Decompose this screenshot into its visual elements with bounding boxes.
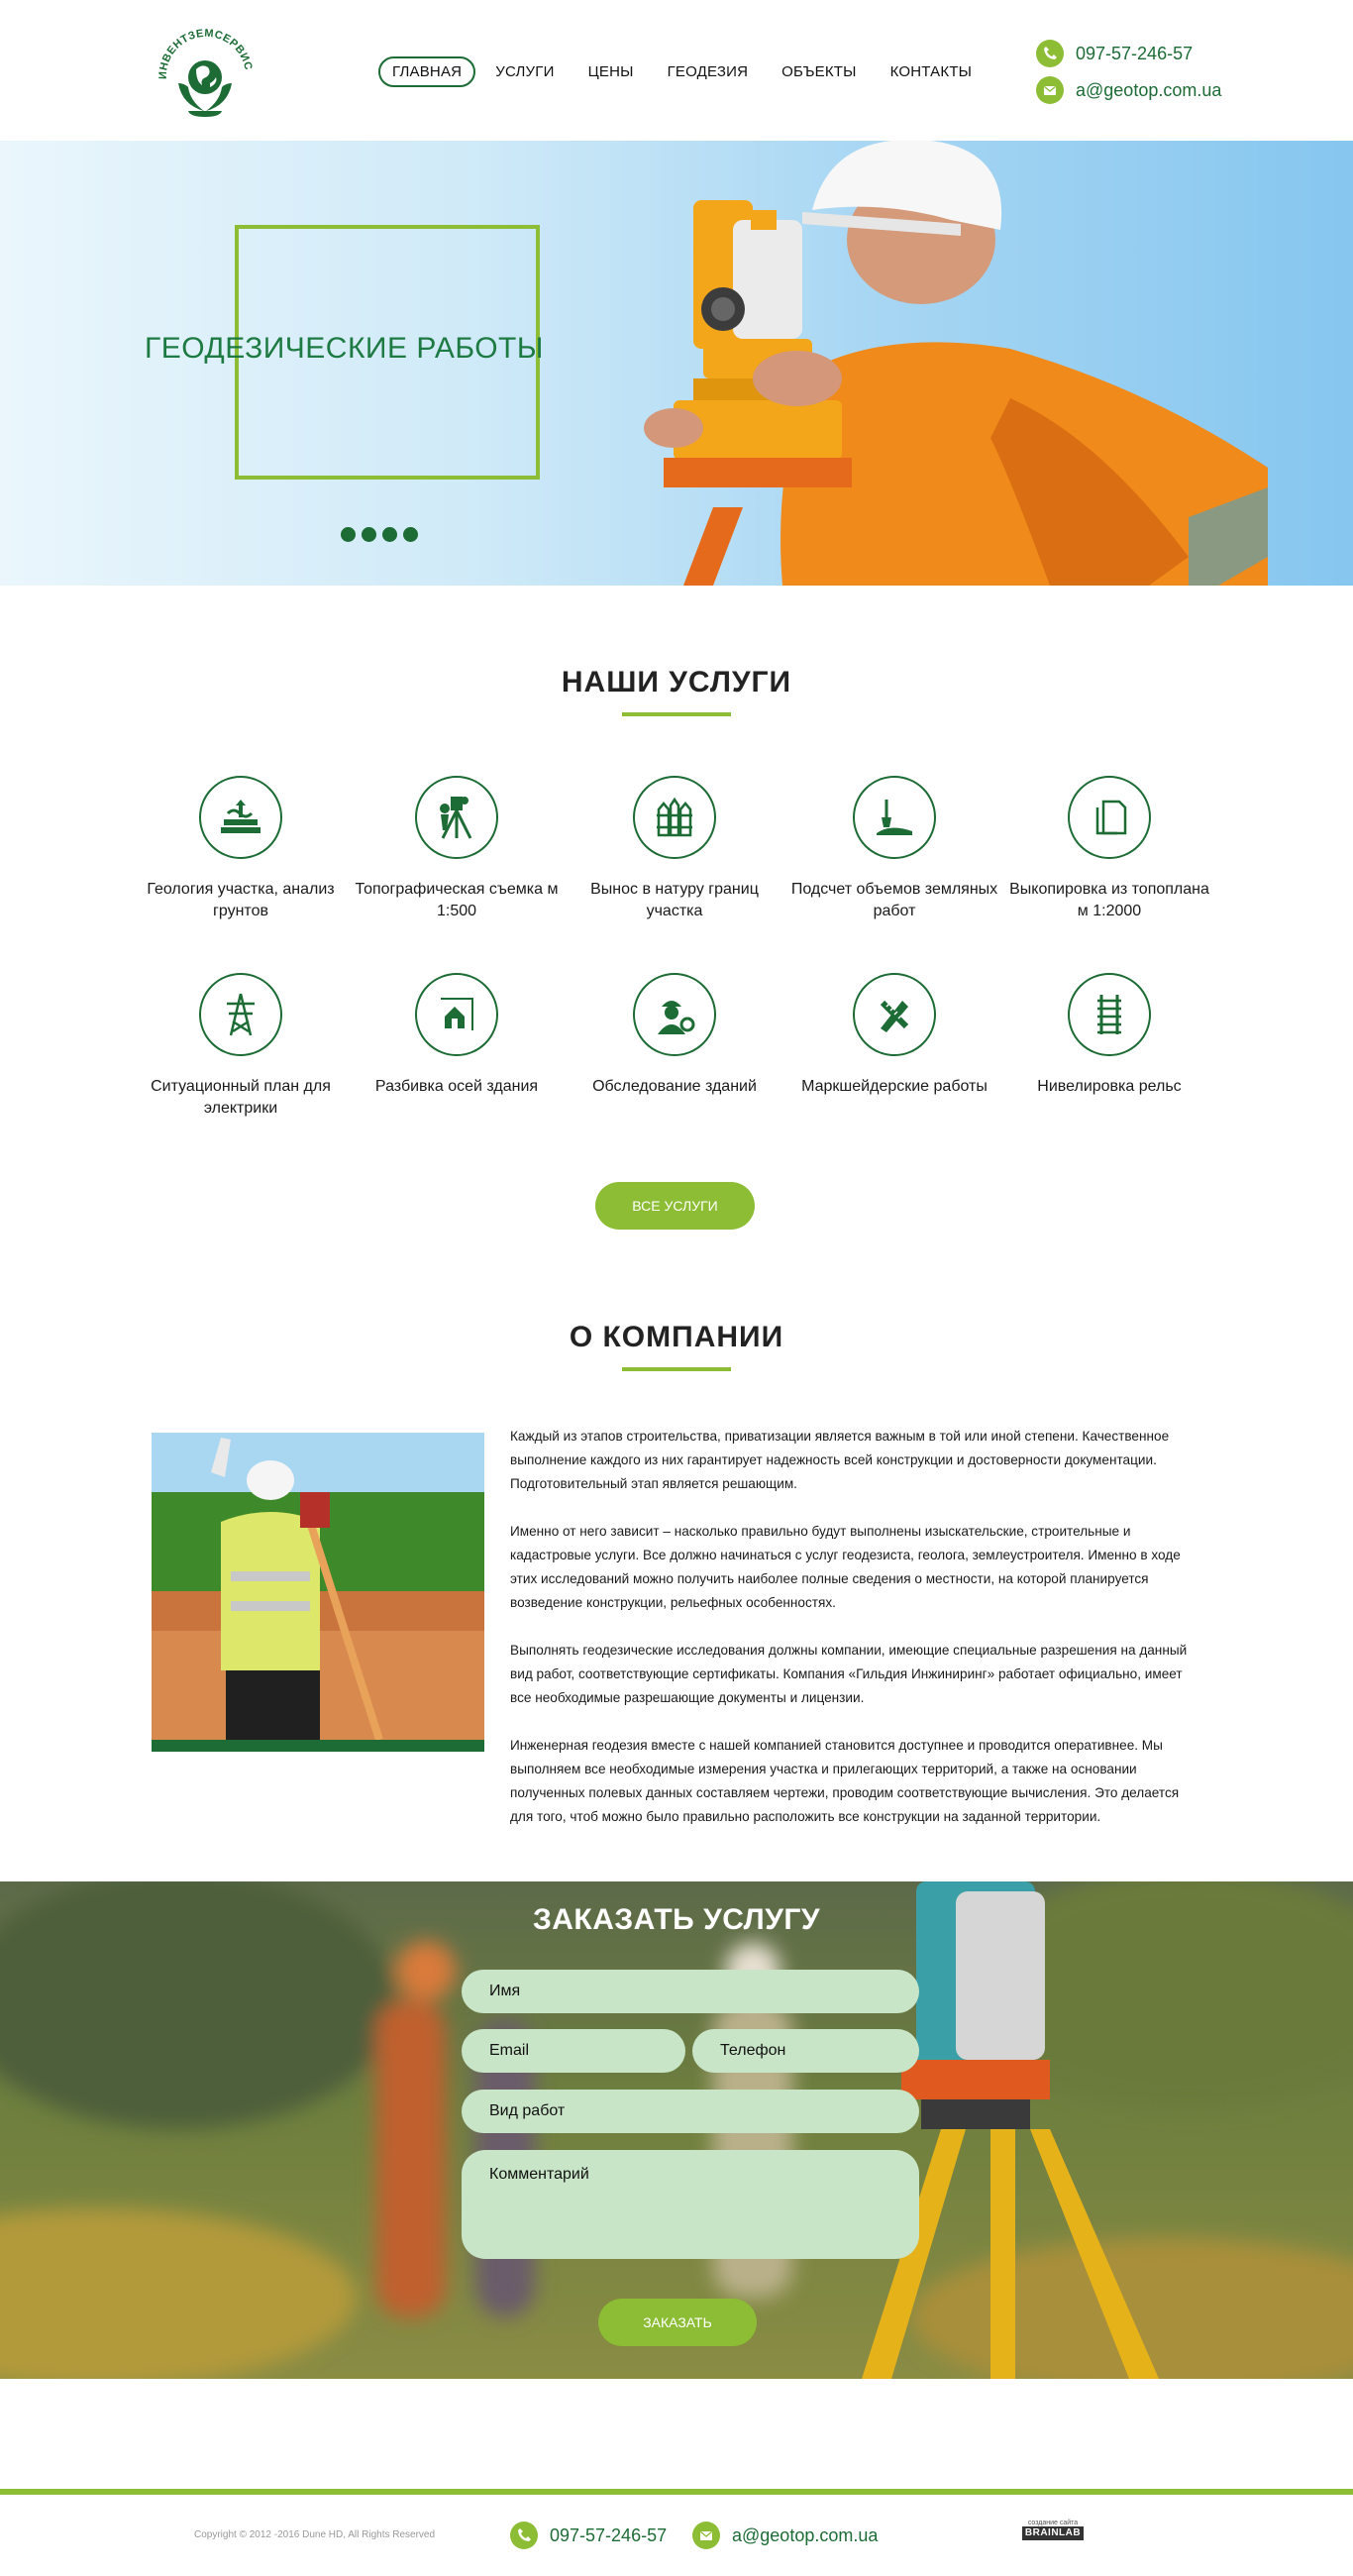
pencil-ruler-icon [853, 973, 936, 1056]
theodolite-icon [415, 776, 498, 859]
footer-phone-text: 097-57-246-57 [550, 2524, 668, 2545]
nav-item-home[interactable]: ГЛАВНАЯ [378, 56, 476, 87]
service-item-boundary[interactable]: Вынос в натуру границ участка [571, 776, 779, 922]
order-submit-button[interactable]: ЗАКАЗАТЬ [598, 2299, 757, 2346]
mail-icon [692, 2522, 720, 2549]
service-label: Нивелировка рельс [1037, 1078, 1182, 1095]
about-paragraph: Именно от него зависит – насколько прави… [510, 1524, 1181, 1610]
service-label: Геология участка, анализ грунтов [147, 881, 335, 919]
footer-top-line [0, 2489, 1353, 2495]
credit-caption: создание сайта [1027, 2520, 1079, 2526]
about-title-underline [622, 1367, 731, 1371]
slider-dot[interactable] [403, 527, 418, 542]
company-logo[interactable]: ИНВЕНТЗЕМСЕРВИС [149, 28, 260, 123]
header-email[interactable]: a@geotop.com.ua [1036, 76, 1221, 104]
service-label: Разбивка осей здания [374, 1078, 539, 1095]
header-email-text: a@geotop.com.ua [1076, 79, 1222, 100]
slider-dot[interactable] [341, 527, 356, 542]
nav-item-prices[interactable]: ЦЕНЫ [574, 56, 648, 87]
service-label: Маркшейдерские работы [801, 1078, 988, 1095]
geology-icon [199, 776, 282, 859]
about-paragraph: Инженерная геодезия вместе с нашей компа… [510, 1738, 1180, 1824]
service-label: Ситуационный план для электрики [151, 1078, 331, 1117]
brainlab-logo: BRAINLAB [1022, 2526, 1084, 2540]
nav-item-contacts[interactable]: КОНТАКТЫ [877, 56, 987, 87]
service-item-geology[interactable]: Геология участка, анализ грунтов [137, 776, 345, 922]
main-nav: ГЛАВНАЯ УСЛУГИ ЦЕНЫ ГЕОДЕЗИЯ ОБЪЕКТЫ КОН… [378, 56, 991, 87]
slider-dot[interactable] [382, 527, 397, 542]
services-title-underline [622, 712, 731, 716]
header-phone-text: 097-57-246-57 [1076, 43, 1194, 63]
slider-dot[interactable] [362, 527, 376, 542]
service-item-earthworks[interactable]: Подсчет объемов земляных работ [790, 776, 998, 922]
surveyor-photo [644, 141, 1268, 586]
brainlab-credit[interactable]: создание сайта BRAINLAB [1022, 2520, 1084, 2545]
service-label: Обследование зданий [592, 1078, 757, 1095]
about-title: О КОМПАНИИ [569, 1321, 784, 1353]
service-item-axes[interactable]: Разбивка осей здания [353, 973, 561, 1098]
document-copy-icon [1068, 776, 1151, 859]
site-header: ИНВЕНТЗЕМСЕРВИС ГЛАВНАЯ УСЛУГИ ЦЕНЫ ГЕОД… [0, 0, 1353, 141]
rails-icon [1068, 973, 1151, 1056]
service-item-electric[interactable]: Ситуационный план для электрики [137, 973, 345, 1120]
service-item-inspection[interactable]: Обследование зданий [571, 973, 779, 1098]
nav-item-geodesy[interactable]: ГЕОДЕЗИЯ [654, 56, 763, 87]
slider-dots [341, 527, 418, 542]
order-comment-textarea[interactable]: Комментарий [462, 2150, 919, 2259]
all-services-button[interactable]: ВСЕ УСЛУГИ [595, 1182, 755, 1230]
service-item-topography[interactable]: Топографическая съемка м 1:500 [353, 776, 561, 922]
about-paragraph: Каждый из этапов строительства, приватиз… [510, 1429, 1170, 1491]
engineer-icon [633, 973, 716, 1056]
order-email-input[interactable]: Email [462, 2029, 685, 2073]
hero-title: ГЕОДЕЗИЧЕСКИЕ РАБОТЫ [145, 332, 544, 365]
service-item-copy[interactable]: Выкопировка из топоплана м 1:2000 [1005, 776, 1213, 922]
power-tower-icon [199, 973, 282, 1056]
footer-email-text: a@geotop.com.ua [732, 2524, 879, 2545]
order-phone-input[interactable]: Телефон [692, 2029, 919, 2073]
footer-email[interactable]: a@geotop.com.ua [692, 2522, 878, 2549]
about-photo [152, 1433, 484, 1752]
hero-slider: ГЕОДЕЗИЧЕСКИЕ РАБОТЫ [0, 141, 1353, 586]
boundary-fence-icon [633, 776, 716, 859]
service-label: Подсчет объемов земляных работ [790, 881, 998, 919]
order-work-type-input[interactable]: Вид работ [462, 2090, 919, 2133]
house-axes-icon [415, 973, 498, 1056]
service-label: Вынос в натуру границ участка [590, 881, 759, 919]
order-section: ЗАКАЗАТЬ УСЛУГУ Имя Email Телефон Вид ра… [0, 1881, 1353, 2379]
mail-icon [1036, 76, 1064, 104]
service-label: Топографическая съемка м 1:500 [355, 881, 559, 919]
service-label: Выкопировка из топоплана м 1:2000 [1009, 881, 1209, 919]
service-item-rails[interactable]: Нивелировка рельс [1005, 973, 1213, 1098]
header-phone[interactable]: 097-57-246-57 [1036, 40, 1193, 67]
phone-icon [1036, 40, 1064, 67]
about-paragraph: Выполнять геодезические исследования дол… [510, 1643, 1188, 1705]
shovel-icon [853, 776, 936, 859]
footer-phone[interactable]: 097-57-246-57 [510, 2522, 667, 2549]
phone-icon [510, 2522, 538, 2549]
order-title: ЗАКАЗАТЬ УСЛУГУ [532, 1903, 821, 1936]
nav-item-services[interactable]: УСЛУГИ [481, 56, 568, 87]
about-text: Каждый из этапов строительства, приватиз… [510, 1425, 1203, 1853]
services-title: НАШИ УСЛУГИ [561, 666, 792, 698]
nav-item-objects[interactable]: ОБЪЕКТЫ [768, 56, 870, 87]
service-item-mine-survey[interactable]: Маркшейдерские работы [790, 973, 998, 1098]
order-name-input[interactable]: Имя [462, 1970, 919, 2013]
copyright-text: Copyright © 2012 -2016 Dune HD, All Righ… [194, 2529, 436, 2540]
